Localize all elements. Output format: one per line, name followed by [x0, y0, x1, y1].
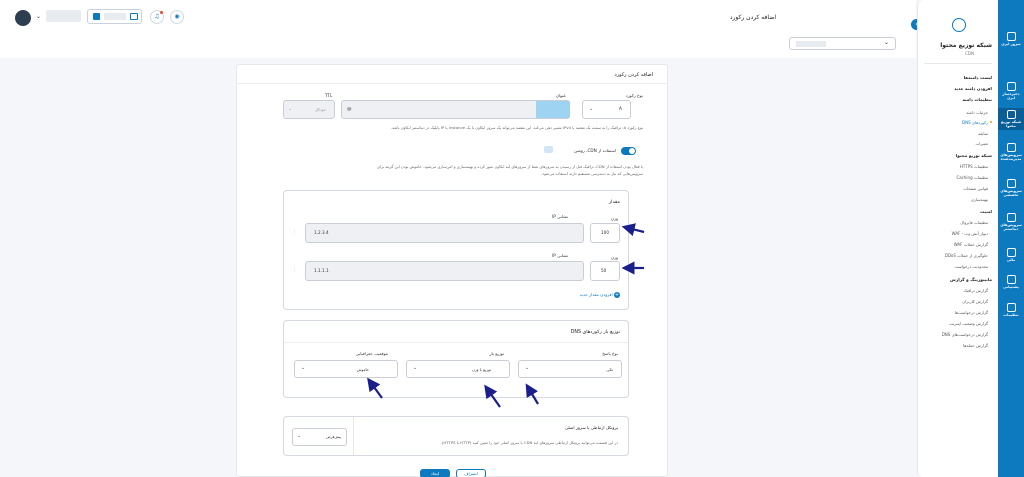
annotation-arrow-weight-1 [367, 223, 645, 408]
annotation-arrow-geo-line [367, 377, 383, 399]
annotation-arrow-response-line [525, 383, 539, 405]
annotation-arrow-weight-1-line [621, 223, 645, 237]
annotation-arrow-lb-line [484, 384, 501, 408]
